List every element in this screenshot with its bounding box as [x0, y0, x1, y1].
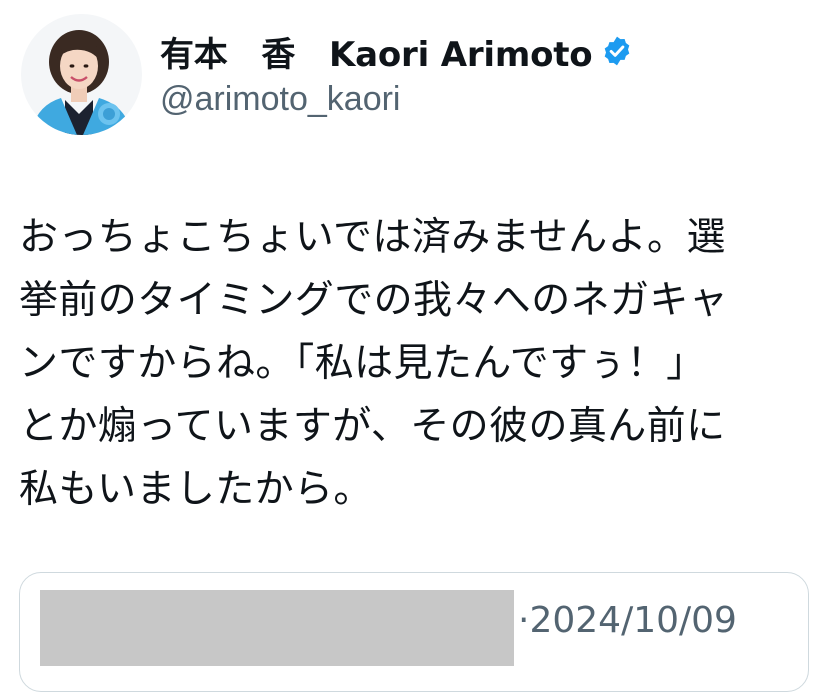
- avatar[interactable]: [21, 14, 142, 135]
- quoted-tweet-date-row: ·2024/10/09: [518, 600, 737, 641]
- tweet: 有本 香 Kaori Arimoto @arimoto_kaori おっちょこち…: [0, 0, 828, 692]
- tweet-text-line: 挙前のタイミングでの我々へのネガキャ: [19, 278, 729, 323]
- display-name[interactable]: 有本 香 Kaori Arimoto: [160, 27, 593, 76]
- author-handle[interactable]: @arimoto_kaori: [160, 80, 401, 119]
- tweet-text-line: ンですからね。「私は見たんですぅ！」: [19, 341, 706, 386]
- tweet-text-line: とか煽っていますが、その彼の真ん前に: [19, 404, 726, 449]
- tweet-text: おっちょこちょいでは済みませんよ。選 挙前のタイミングでの我々へのネガキャ ンで…: [19, 206, 819, 521]
- quoted-tweet-date[interactable]: 2024/10/09: [529, 600, 737, 641]
- date-separator: ·: [518, 600, 530, 641]
- redacted-author-block: [40, 590, 514, 666]
- author-name-row[interactable]: 有本 香 Kaori Arimoto: [160, 26, 633, 76]
- tweet-text-line: 私もいましたから。: [19, 467, 373, 512]
- avatar-photo: [21, 14, 142, 135]
- tweet-text-line: おっちょこちょいでは済みませんよ。選: [19, 215, 726, 260]
- verified-badge-icon: [601, 35, 633, 67]
